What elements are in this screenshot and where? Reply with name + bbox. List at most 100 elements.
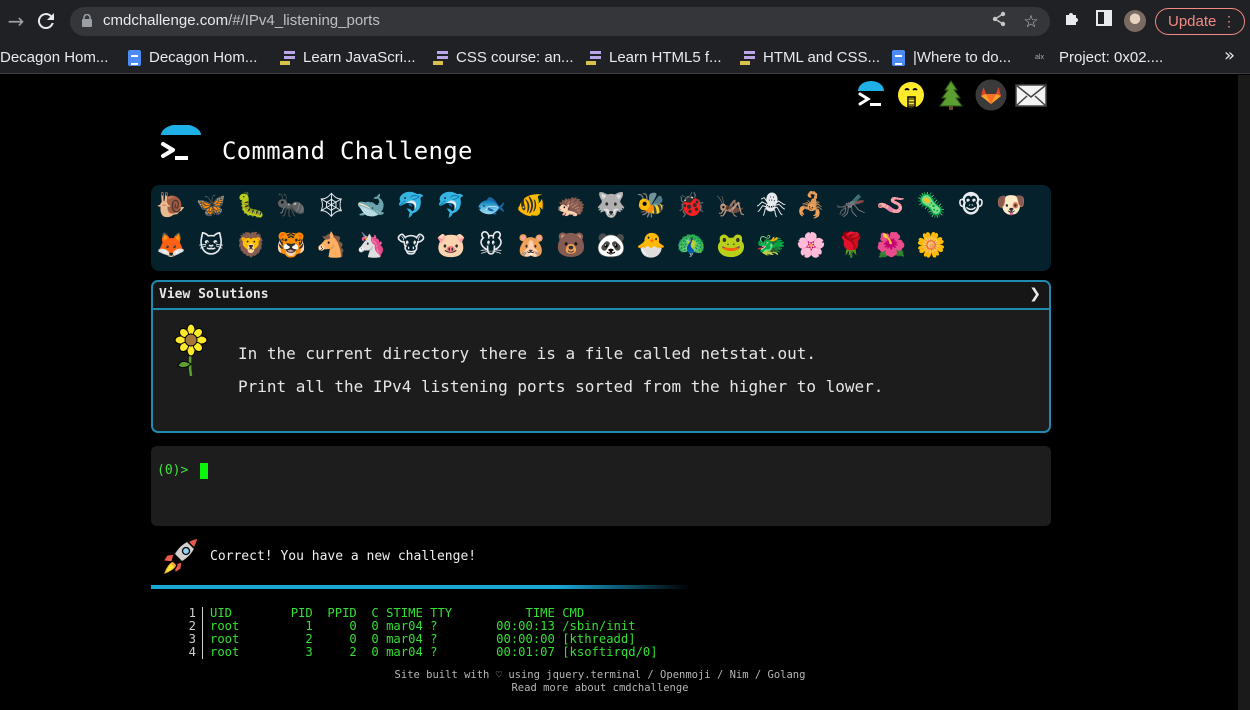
extensions-puzzle-icon[interactable] [1061, 10, 1083, 32]
terminal-input[interactable]: (0)> [151, 446, 1051, 526]
line-separator [202, 646, 203, 659]
challenge-emoji-icon[interactable]: 🌼 [916, 230, 946, 260]
challenge-emoji-icon[interactable]: 🐵 [956, 190, 986, 220]
bookmark-label: Learn JavaScri... [303, 49, 416, 66]
challenge-emoji-icon[interactable]: 🐞 [676, 190, 706, 220]
challenge-emoji-icon[interactable]: 🦟 [836, 190, 866, 220]
page-content: Command Challenge 🐌 🦋 🐛 🐜 🕸 🐋 🐬 🐬 🐟 🐠 🦔 🐺 🐝 🐞 🦗 🕷 🦂 🦟 🪱 🦠 🐵 🐶… [0, 75, 1238, 710]
bookmark-item[interactable]: Decagon Hom... [128, 46, 257, 70]
cmdchallenge-logo-icon [161, 125, 201, 160]
challenge-emoji-icon[interactable]: 🕷 [756, 190, 786, 220]
bookmark-label: HTML and CSS... [763, 49, 880, 66]
bookmark-label: Decagon Hom... [0, 49, 109, 66]
challenge-emoji-icon[interactable]: 🐴 [316, 230, 346, 260]
url-host: cmdchallenge.com [103, 12, 229, 29]
browser-toolbar: → cmdchallenge.com/#/IPv4_listening_port… [0, 0, 1250, 42]
challenge-emoji-icon[interactable]: 🦋 [196, 190, 226, 220]
challenge-emoji-icon[interactable]: 🐷 [436, 230, 466, 260]
challenge-emoji-icon[interactable]: 🐺 [596, 190, 626, 220]
gitlab-icon[interactable] [975, 79, 1007, 111]
forward-arrow-icon[interactable]: → [4, 9, 28, 33]
update-button[interactable]: Update ⋮ [1155, 8, 1245, 35]
footer-read-more-link[interactable]: Read more about cmdchallenge [0, 682, 1200, 694]
profile-avatar[interactable] [1124, 10, 1146, 32]
terminal-icon[interactable] [855, 79, 887, 111]
challenge-emoji-icon[interactable]: 🐜 [276, 190, 306, 220]
terminal-prompt: (0)> [157, 463, 197, 478]
challenge-emoji-icon[interactable]: 🐼 [596, 230, 626, 260]
scrollbar[interactable] [1238, 75, 1250, 710]
progress-bar [151, 585, 691, 589]
bookmark-label: Decagon Hom... [149, 49, 258, 66]
challenge-emoji-icon[interactable]: 🐻 [556, 230, 586, 260]
challenge-emoji-icon[interactable]: 🌹 [836, 230, 866, 260]
challenge-emoji-icon[interactable]: 🐮 [396, 230, 426, 260]
bookmark-item[interactable]: Learn JavaScri... [280, 46, 416, 70]
challenge-emoji-icon[interactable]: 🦔 [556, 190, 586, 220]
challenge-emoji-icon[interactable]: 🦚 [676, 230, 706, 260]
bookmark-label: Learn HTML5 f... [609, 49, 722, 66]
freecodecamp-icon [586, 51, 601, 66]
footer-credits: Site built with ♡ using jquery.terminal … [394, 669, 806, 681]
challenge-emoji-icon[interactable]: 🌸 [796, 230, 826, 260]
challenge-emoji-icon[interactable]: 🐶 [996, 190, 1026, 220]
challenge-emoji-icon[interactable]: 🦗 [716, 190, 746, 220]
side-panel-icon[interactable] [1093, 10, 1115, 32]
url-text[interactable]: cmdchallenge.com/#/IPv4_listening_ports [103, 12, 380, 29]
challenge-emoji-icon[interactable]: 🐣 [636, 230, 666, 260]
challenge-emoji-icon[interactable]: 🐲 [756, 230, 786, 260]
bookmark-item[interactable]: alx Project: 0x02.... [1035, 46, 1163, 70]
share-icon[interactable] [988, 11, 1010, 33]
bookmark-item[interactable]: CSS course: an... [433, 46, 574, 70]
challenge-emoji-icon[interactable]: 🐠 [516, 190, 546, 220]
face-with-hand-over-mouth-icon[interactable] [895, 79, 927, 111]
reload-icon[interactable] [34, 9, 58, 33]
output-text: root 3 2 0 mar04 ? 00:01:07 [ksoftirqd/0… [210, 645, 658, 659]
challenge-emoji-icon[interactable]: 🐭 [476, 230, 506, 260]
lock-icon [82, 14, 92, 27]
bookmark-item[interactable]: |Where to do... [892, 46, 1011, 70]
challenge-emoji-icon[interactable]: 🌺 [876, 230, 906, 260]
line-separator [202, 620, 203, 633]
update-label: Update [1168, 13, 1217, 30]
challenge-emoji-icon[interactable]: 🐹 [516, 230, 546, 260]
url-path: /#/IPv4_listening_ports [228, 12, 380, 29]
view-solutions-toggle[interactable]: View Solutions ❯ [153, 282, 1049, 310]
challenge-emoji-icon[interactable]: 🦂 [796, 190, 826, 220]
challenge-emoji-icon[interactable]: 🦁 [236, 230, 266, 260]
challenge-emoji-icon[interactable]: 🦊 [156, 230, 186, 260]
challenge-emoji-icon[interactable]: 🦠 [916, 190, 946, 220]
bookmark-item[interactable]: HTML and CSS... [740, 46, 880, 70]
challenge-emoji-icon[interactable]: 🐟 [476, 190, 506, 220]
freecodecamp-icon [433, 51, 448, 66]
docs-icon [128, 50, 141, 67]
challenge-emoji-icon[interactable]: 🐯 [276, 230, 306, 260]
challenge-emoji-icon[interactable]: 🐸 [716, 230, 746, 260]
chevron-right-icon: ❯ [1029, 286, 1041, 302]
bookmark-label: Project: 0x02.... [1059, 49, 1164, 66]
bookmarks-overflow-icon[interactable]: » [1224, 45, 1235, 66]
challenge-emoji-icon[interactable]: 🐌 [156, 190, 186, 220]
challenge-emoji-panel: 🐌 🦋 🐛 🐜 🕸 🐋 🐬 🐬 🐟 🐠 🦔 🐺 🐝 🐞 🦗 🕷 🦂 🦟 🪱 🦠 🐵 🐶 🦊 🐱 🦁 🐯 🐴 🦄 🐮 🐷 🐭 🐹 🐻 🐼 🐣 🦚 🐸 🐲 🌸 🌹… [151, 185, 1051, 271]
freecodecamp-icon [280, 51, 295, 66]
envelope-icon[interactable] [1015, 79, 1047, 111]
challenge-emoji-icon[interactable]: 🦄 [356, 230, 386, 260]
view-solutions-label: View Solutions [159, 287, 269, 302]
challenge-emoji-icon[interactable]: 🐛 [236, 190, 266, 220]
bookmark-item[interactable]: Decagon Hom... [0, 46, 108, 70]
alx-icon: alx [1035, 54, 1044, 62]
challenge-emoji-icon[interactable]: 🕸 [316, 190, 346, 220]
challenge-emoji-icon[interactable]: 🐝 [636, 190, 666, 220]
challenge-emoji-icon[interactable]: 🐬 [436, 190, 466, 220]
bookmark-item[interactable]: Learn HTML5 f... [586, 46, 722, 70]
address-bar[interactable]: cmdchallenge.com/#/IPv4_listening_ports … [70, 7, 1050, 36]
evergreen-tree-icon[interactable] [935, 79, 967, 111]
challenge-emoji-icon[interactable]: 🪱 [876, 190, 906, 220]
challenge-emoji-icon[interactable]: 🐬 [396, 190, 426, 220]
challenge-emoji-icon[interactable]: 🐱 [196, 230, 226, 260]
menu-dots-icon[interactable]: ⋮ [1222, 9, 1236, 34]
challenge-emoji-icon[interactable]: 🐋 [356, 190, 386, 220]
bookmark-star-icon[interactable]: ☆ [1020, 11, 1042, 33]
sunflower-icon [174, 323, 208, 377]
freecodecamp-icon [740, 51, 755, 66]
